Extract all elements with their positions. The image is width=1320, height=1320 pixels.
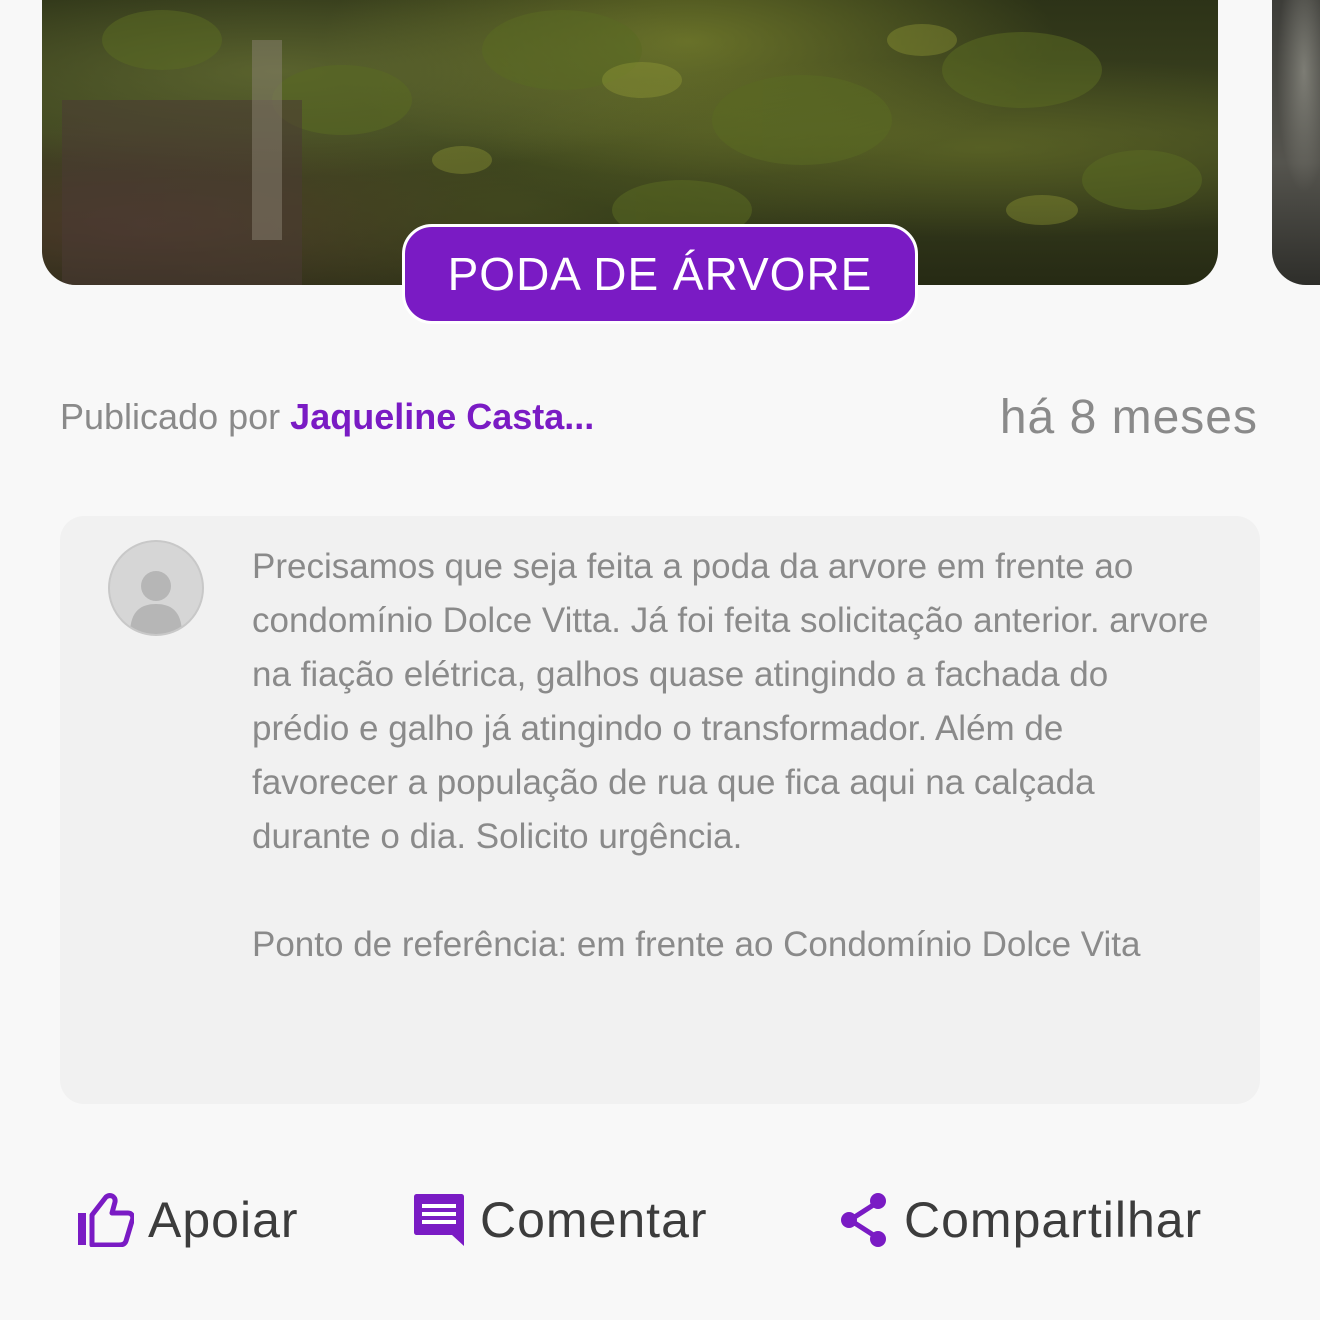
next-photo-preview[interactable] xyxy=(1272,0,1320,285)
share-label: Compartilhar xyxy=(904,1192,1203,1248)
user-placeholder-icon xyxy=(108,540,204,636)
post-description: Precisamos que seja feita a poda da arvo… xyxy=(252,547,1209,964)
share-button[interactable]: Compartilhar xyxy=(838,1180,1202,1260)
thumbs-up-icon xyxy=(76,1193,134,1247)
category-badge: PODA DE ÁRVORE xyxy=(402,224,918,324)
action-bar: Apoiar Comentar Compartilhar xyxy=(0,1180,1320,1260)
comment-icon xyxy=(412,1193,466,1247)
author-link[interactable]: Jaqueline Casta... xyxy=(290,396,594,437)
support-label: Apoiar xyxy=(148,1192,299,1248)
share-icon xyxy=(838,1192,890,1248)
post-detail-page: PODA DE ÁRVORE Publicado por Jaqueline C… xyxy=(0,0,1320,1320)
support-button[interactable]: Apoiar xyxy=(76,1180,299,1260)
published-by: Publicado por Jaqueline Casta... xyxy=(60,396,594,438)
comment-button[interactable]: Comentar xyxy=(412,1180,708,1260)
published-by-label: Publicado por xyxy=(60,396,281,437)
post-time-ago: há 8 meses xyxy=(999,391,1258,444)
comment-label: Comentar xyxy=(480,1192,708,1248)
